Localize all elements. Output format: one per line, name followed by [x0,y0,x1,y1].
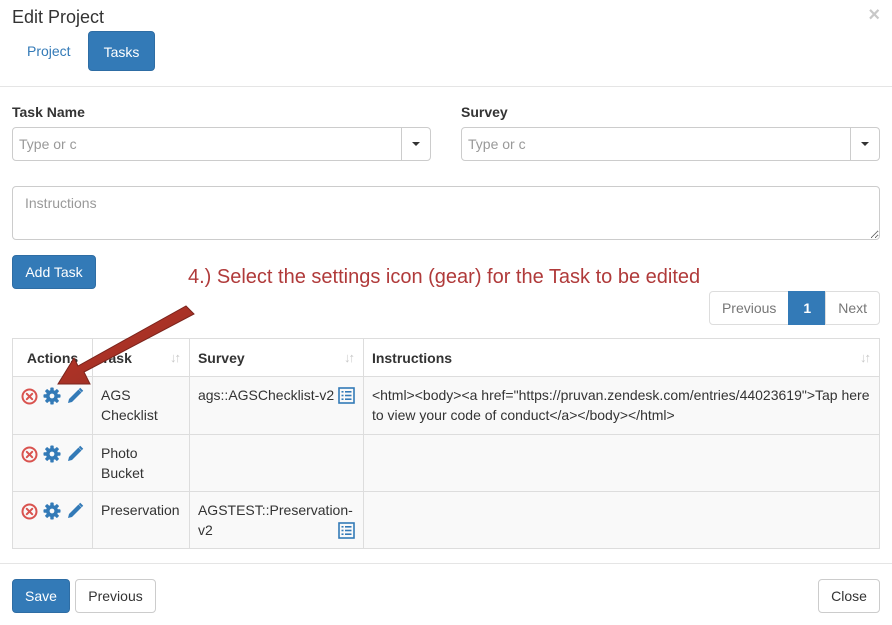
gear-icon[interactable] [43,502,61,520]
pagination-next[interactable]: Next [825,291,880,325]
close-button[interactable]: Close [818,579,880,613]
previous-button[interactable]: Previous [75,579,156,613]
table-header-row: Actions Task ↓↑ Survey ↓↑ Instructions ↓↑ [12,338,881,377]
column-header-instructions[interactable]: Instructions ↓↑ [362,338,881,377]
pencil-icon[interactable] [66,445,84,463]
instructions-cell [362,434,881,492]
sort-icon[interactable]: ↓↑ [860,350,871,365]
tab-tasks[interactable]: Tasks [87,31,156,71]
survey-select[interactable] [461,127,880,161]
column-header-task[interactable]: Task ↓↑ [92,338,190,377]
survey-cell: AGSTEST::Preservation-v2 [188,491,364,549]
table-row: AGS Checklist ags::AGSChecklist-v2 <html… [12,376,881,435]
actions-cell [12,376,93,435]
task-name-input[interactable] [13,128,401,160]
caret-down-icon [412,142,420,146]
survey-name: AGSTEST::Preservation-v2 [197,502,353,538]
task-name-label: Task Name [12,104,85,120]
modal-title: Edit Project [12,7,105,27]
sort-icon[interactable]: ↓↑ [344,350,355,365]
save-button[interactable]: Save [12,579,70,613]
list-icon[interactable] [338,522,355,544]
instructions-cell [362,491,881,549]
tab-bar: Project Tasks [12,31,156,71]
survey-name: ags::AGSChecklist-v2 [197,387,335,403]
header-divider [0,86,892,87]
actions-cell [12,434,93,492]
task-name-select[interactable] [12,127,431,161]
gear-icon[interactable] [43,445,61,463]
table-row: Preservation AGSTEST::Preservation-v2 [12,491,881,549]
header-label: Task [101,349,132,366]
footer-divider [0,563,892,564]
header-label: Instructions [371,349,453,366]
survey-dropdown-button[interactable] [850,128,879,160]
header-label: Actions [26,349,79,366]
task-cell: Photo Bucket [92,434,190,492]
gear-icon[interactable] [43,387,61,405]
task-name-dropdown-button[interactable] [401,128,430,160]
survey-label: Survey [461,104,508,120]
pencil-icon[interactable] [66,502,84,520]
instructions-cell: <html><body><a href="https://pruvan.zend… [362,376,881,435]
caret-down-icon [861,142,869,146]
actions-cell [12,491,93,549]
tasks-table: Actions Task ↓↑ Survey ↓↑ Instructions ↓↑ A… [12,338,881,549]
add-task-button[interactable]: Add Task [12,255,96,289]
pagination-page-1[interactable]: 1 [788,291,827,325]
pagination-previous[interactable]: Previous [708,291,790,325]
header-label: Survey [197,349,245,366]
close-icon[interactable]: × [868,4,880,27]
pagination: Previous 1 Next [708,291,880,325]
task-cell: AGS Checklist [92,376,190,435]
sort-icon[interactable]: ↓↑ [170,350,181,365]
survey-input[interactable] [462,128,850,160]
delete-icon[interactable] [21,388,38,405]
column-header-survey[interactable]: Survey ↓↑ [188,338,364,377]
table-row: Photo Bucket [12,434,881,492]
column-header-actions: Actions [12,338,93,377]
survey-cell [188,434,364,492]
instructions-textarea[interactable] [12,186,880,240]
annotation-text: 4.) Select the settings icon (gear) for … [188,266,701,288]
pencil-icon[interactable] [66,387,84,405]
tab-project[interactable]: Project [12,31,86,71]
delete-icon[interactable] [21,446,38,463]
list-icon[interactable] [338,387,355,409]
survey-cell: ags::AGSChecklist-v2 [188,376,364,435]
task-cell: Preservation [92,491,190,549]
delete-icon[interactable] [21,503,38,520]
